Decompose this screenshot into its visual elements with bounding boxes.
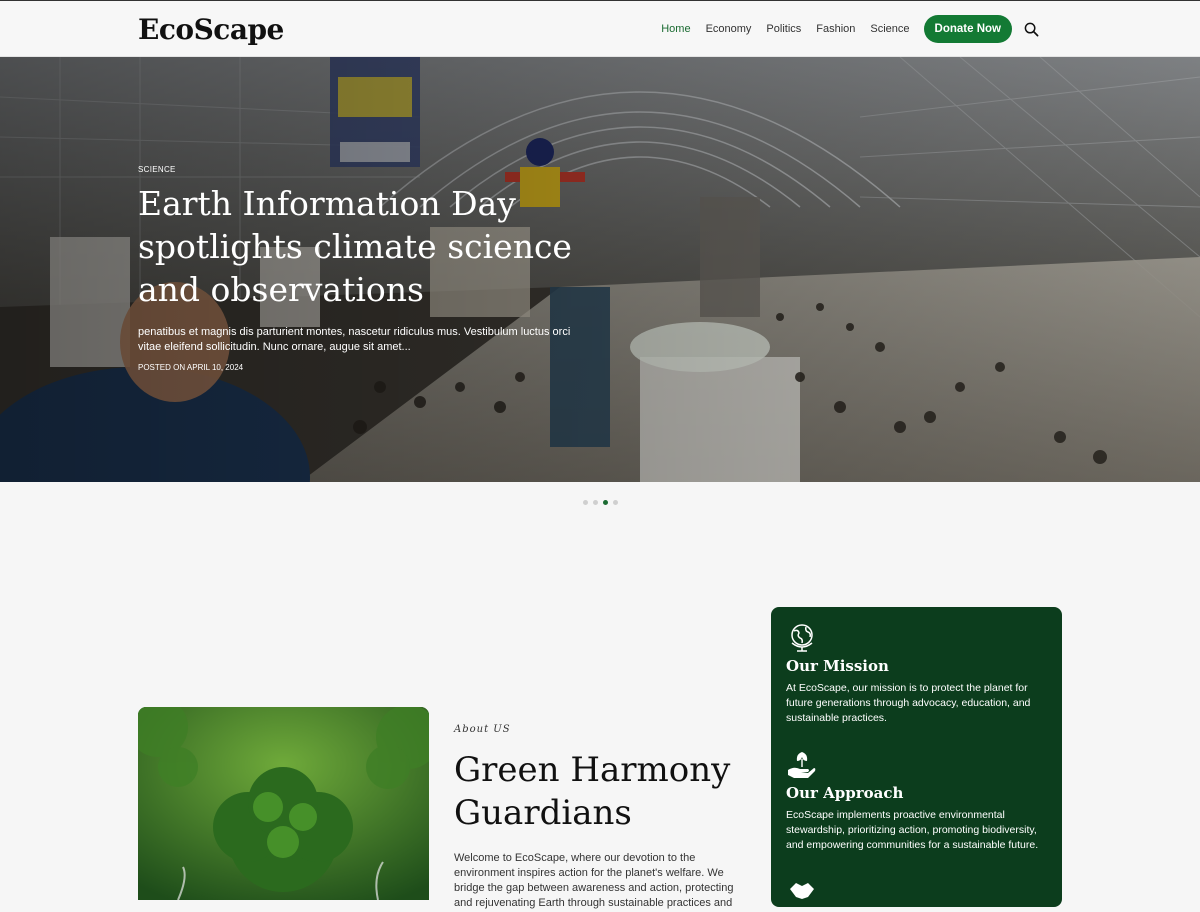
hero-meta: POSTED ON APRIL 10, 2024 xyxy=(138,363,598,372)
approach-body: EcoScape implements proactive environmen… xyxy=(786,809,1039,851)
mission-body: At EcoScape, our mission is to protect t… xyxy=(786,682,1031,724)
hero-date: APRIL 10, 2024 xyxy=(186,363,244,372)
hero-category[interactable]: SCIENCE xyxy=(138,165,598,174)
slider-dot-1[interactable] xyxy=(583,500,588,505)
main-nav: Home Economy Politics Fashion Science Do… xyxy=(646,15,1040,43)
slider-dot-4[interactable] xyxy=(613,500,618,505)
hand-plant-icon xyxy=(786,748,818,780)
search-icon[interactable] xyxy=(1022,20,1040,38)
nav-economy[interactable]: Economy xyxy=(706,15,752,43)
about-image xyxy=(138,707,429,900)
nav-science[interactable]: Science xyxy=(870,15,909,43)
mission-title: Our Mission xyxy=(786,657,889,675)
hero-slider[interactable]: SCIENCE Earth Information Day spotlights… xyxy=(0,57,1200,482)
approach-item: Our Approach EcoScape implements proacti… xyxy=(786,748,1048,853)
mission-card: Our Mission At EcoScape, our mission is … xyxy=(771,607,1062,907)
globe-icon xyxy=(786,621,818,653)
nav-home[interactable]: Home xyxy=(661,15,690,43)
values-item xyxy=(786,875,1048,907)
slider-dot-2[interactable] xyxy=(593,500,598,505)
approach-title: Our Approach xyxy=(786,784,904,802)
nav-politics[interactable]: Politics xyxy=(766,15,801,43)
about-title: Green Harmony Guardians xyxy=(454,750,731,833)
hero-excerpt: penatibus et magnis dis parturient monte… xyxy=(138,326,571,353)
hero-content: SCIENCE Earth Information Day spotlights… xyxy=(138,165,598,372)
site-header: EcoScape Home Economy Politics Fashion S… xyxy=(0,0,1200,57)
hero-title[interactable]: Earth Information Day spotlights climate… xyxy=(138,182,598,311)
nav-fashion[interactable]: Fashion xyxy=(816,15,855,43)
slider-dots xyxy=(583,500,623,505)
handshake-icon xyxy=(786,875,818,907)
donate-button[interactable]: Donate Now xyxy=(923,15,1012,43)
about-eyebrow: About US xyxy=(454,724,511,735)
hero-meta-prefix: POSTED ON xyxy=(138,363,186,372)
site-logo[interactable]: EcoScape xyxy=(138,13,284,46)
about-body: Welcome to EcoScape, where our devotion … xyxy=(454,852,734,909)
about-section: About US Green Harmony Guardians Welcome… xyxy=(454,724,744,911)
mission-item: Our Mission At EcoScape, our mission is … xyxy=(786,621,1048,726)
slider-dot-3[interactable] xyxy=(603,500,608,505)
